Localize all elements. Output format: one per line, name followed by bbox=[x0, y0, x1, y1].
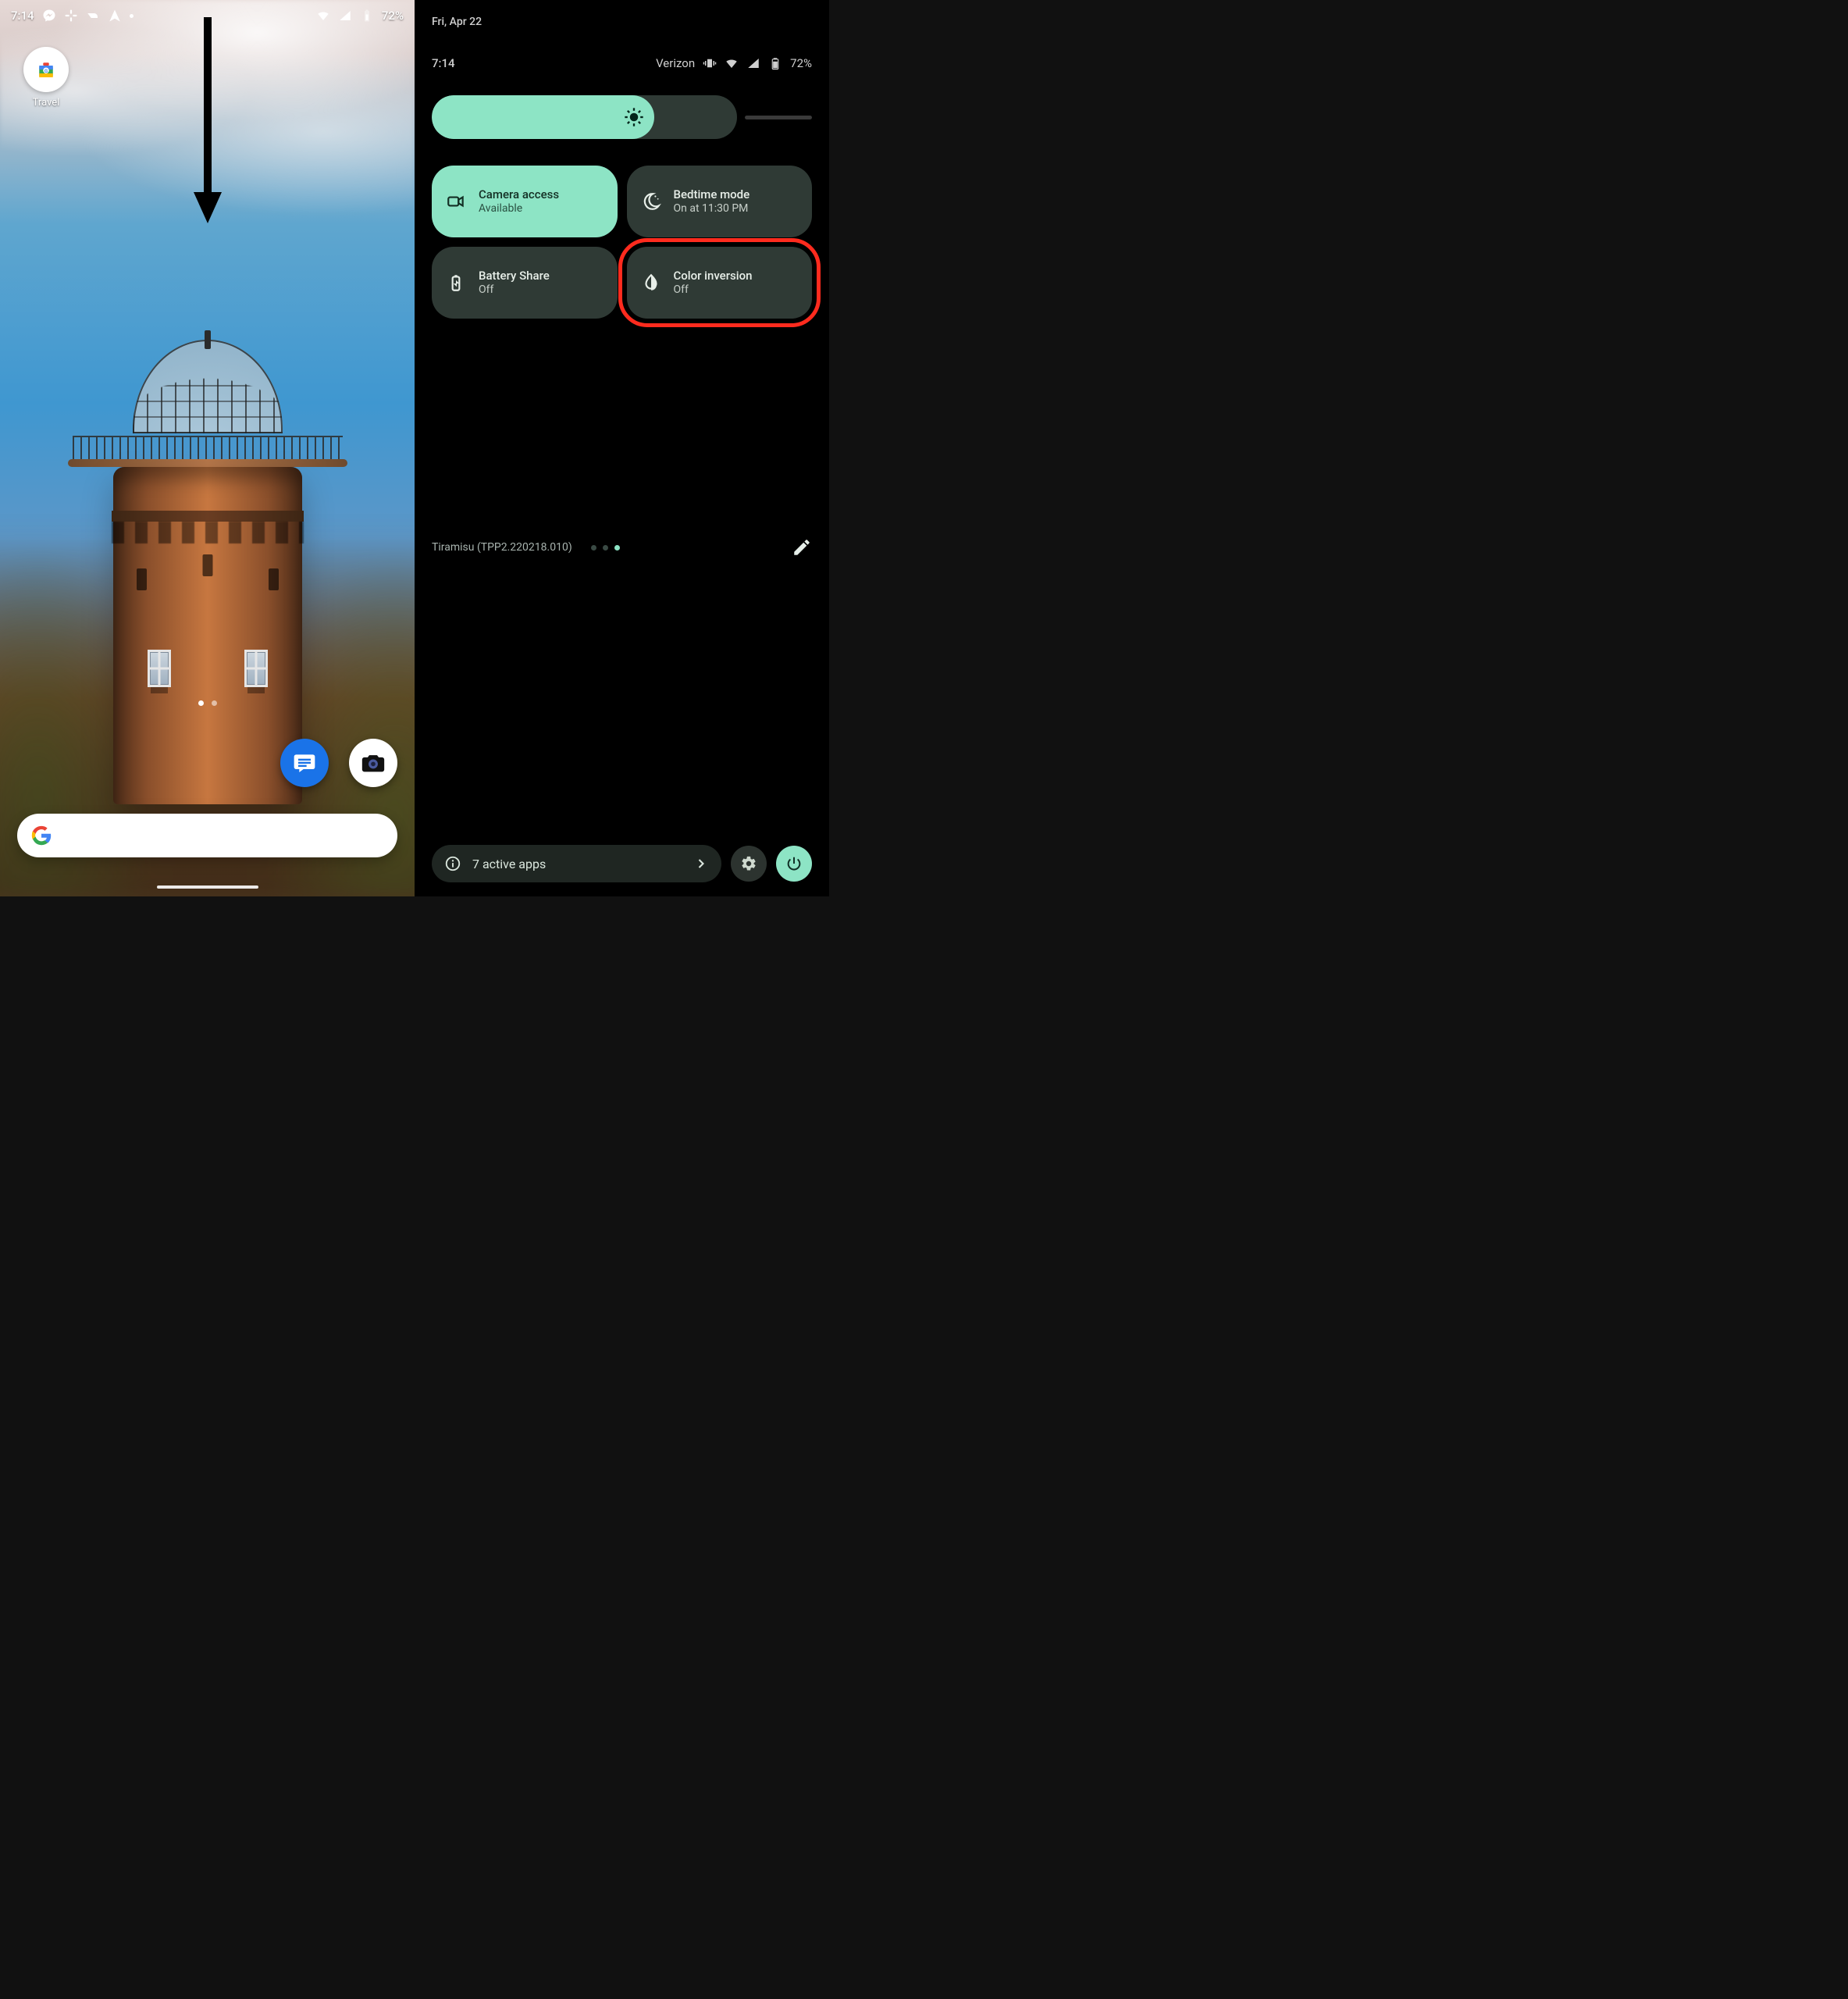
send-icon bbox=[108, 9, 122, 23]
tile-subtitle: Off bbox=[674, 283, 753, 298]
tile-bedtime-mode[interactable]: Bedtime mode On at 11:30 PM bbox=[627, 166, 813, 237]
app-messages[interactable] bbox=[280, 739, 329, 787]
tile-color-inversion[interactable]: Color inversion Off bbox=[627, 247, 813, 319]
tile-title: Bedtime mode bbox=[674, 187, 750, 202]
qs-date: Fri, Apr 22 bbox=[432, 16, 812, 28]
home-page-indicator bbox=[198, 700, 217, 706]
slack-icon bbox=[64, 9, 78, 23]
qs-carrier: Verizon bbox=[656, 56, 695, 70]
tile-title: Battery Share bbox=[479, 269, 550, 283]
tile-title: Color inversion bbox=[674, 269, 753, 283]
tile-subtitle: On at 11:30 PM bbox=[674, 202, 750, 216]
app-camera[interactable] bbox=[349, 739, 397, 787]
qs-page-dots bbox=[591, 545, 620, 551]
status-time: 7:14 bbox=[11, 9, 34, 23]
brightness-slider[interactable] bbox=[432, 95, 812, 139]
brightness-overflow-track bbox=[745, 116, 812, 119]
status-battery-text: 72% bbox=[382, 9, 404, 23]
video-icon bbox=[446, 191, 466, 212]
qs-build-text: Tiramisu (TPP2.220218.010) bbox=[432, 541, 572, 554]
dock bbox=[280, 739, 397, 787]
tile-title: Camera access bbox=[479, 187, 559, 202]
phone-home: 7:14 bbox=[0, 0, 415, 896]
wifi-icon bbox=[725, 56, 739, 70]
tile-subtitle: Available bbox=[479, 202, 559, 216]
status-overflow-dot bbox=[130, 14, 134, 18]
bedtime-icon bbox=[641, 191, 661, 212]
app-travel-label: Travel bbox=[17, 97, 75, 109]
battery-share-icon bbox=[446, 273, 466, 293]
invert-icon bbox=[641, 273, 661, 293]
qs-battery-text: 72% bbox=[790, 56, 812, 70]
info-icon bbox=[444, 855, 461, 872]
edit-tiles-button[interactable] bbox=[792, 537, 812, 558]
gesture-nav-handle[interactable] bbox=[157, 885, 258, 889]
vibrate-icon bbox=[703, 56, 717, 70]
google-g-icon bbox=[31, 825, 52, 846]
power-button[interactable] bbox=[776, 846, 812, 882]
qs-status-time: 7:14 bbox=[432, 56, 455, 70]
swipe-down-annotation bbox=[192, 17, 223, 226]
signal-icon bbox=[746, 56, 760, 70]
tile-battery-share[interactable]: Battery Share Off bbox=[432, 247, 618, 319]
phone-quick-settings: Fri, Apr 22 7:14 Verizon 72% bbox=[415, 0, 829, 896]
app-travel[interactable]: G Travel bbox=[17, 47, 75, 109]
settings-button[interactable] bbox=[731, 846, 767, 882]
tile-subtitle: Off bbox=[479, 283, 550, 298]
tile-camera-access[interactable]: Camera access Available bbox=[432, 166, 618, 237]
signal-icon bbox=[338, 9, 352, 23]
brightness-icon bbox=[623, 106, 645, 128]
messenger-icon bbox=[42, 9, 56, 23]
wifi-icon bbox=[316, 9, 330, 23]
active-apps-text: 7 active apps bbox=[472, 857, 546, 871]
svg-text:G: G bbox=[45, 68, 48, 74]
qs-tiles: Camera access Available Bedtime mode On … bbox=[432, 166, 812, 319]
battery-icon bbox=[360, 9, 374, 23]
qs-pager-row: Tiramisu (TPP2.220218.010) bbox=[432, 537, 812, 558]
active-apps-chip[interactable]: 7 active apps bbox=[432, 845, 721, 882]
chevron-right-icon bbox=[693, 856, 709, 871]
search-bar[interactable] bbox=[17, 814, 397, 857]
qs-status-bar: 7:14 Verizon 72% bbox=[432, 56, 812, 70]
qs-footer: 7 active apps bbox=[432, 845, 812, 882]
suitcase-icon: G bbox=[34, 58, 58, 81]
battery-icon bbox=[768, 56, 782, 70]
wallpaper-lighthouse bbox=[113, 467, 302, 804]
doordash-icon bbox=[86, 9, 100, 23]
